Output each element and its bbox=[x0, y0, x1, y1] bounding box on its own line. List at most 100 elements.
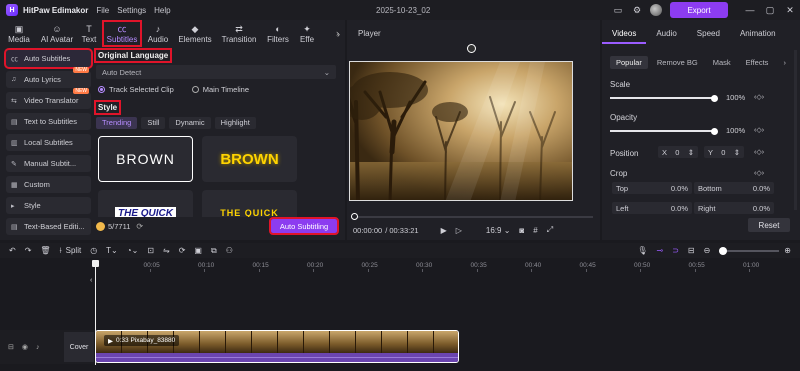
tab-audio[interactable]: ♪ Audio bbox=[142, 20, 174, 47]
subtab-effects[interactable]: Effects bbox=[740, 56, 775, 69]
text-tool-icon[interactable]: T⌄ bbox=[106, 246, 118, 255]
position-y-field[interactable]: Y 0 ⇕ bbox=[704, 146, 744, 158]
crop-top-field[interactable]: Top 0.0% bbox=[612, 182, 692, 194]
rotate-handle[interactable] bbox=[467, 44, 476, 53]
style-tab-still[interactable]: Still bbox=[141, 117, 166, 129]
freeze-icon[interactable]: ◷ bbox=[90, 246, 97, 255]
video-preview[interactable] bbox=[349, 61, 573, 201]
keyframe-controls-icon[interactable]: ‹◇› bbox=[754, 93, 764, 101]
redo-icon[interactable]: ↷ bbox=[25, 246, 32, 255]
tab-text[interactable]: T Text bbox=[76, 20, 102, 47]
zoom-in-icon[interactable]: ⊕ bbox=[784, 246, 791, 255]
scale-slider[interactable] bbox=[610, 94, 718, 102]
microphone-icon[interactable]: 🎙 bbox=[637, 246, 647, 255]
screen-icon[interactable]: ▭ bbox=[612, 4, 624, 16]
position-x-field[interactable]: X 0 ⇕ bbox=[658, 146, 698, 158]
tab-subtitles[interactable]: ㏄ Subtitles bbox=[102, 20, 142, 47]
tab-videos[interactable]: Videos bbox=[602, 26, 647, 44]
sidebar-item-local-subtitles[interactable]: ▥ Local Subtitles bbox=[6, 134, 91, 151]
radio-main-timeline[interactable] bbox=[191, 85, 199, 93]
reset-button[interactable]: Reset bbox=[748, 218, 790, 232]
style-tab-trending[interactable]: Trending bbox=[96, 117, 138, 129]
tab-filters[interactable]: ◐ Filters bbox=[262, 20, 294, 47]
snapshot-icon[interactable]: ◙ bbox=[519, 226, 524, 235]
undo-icon[interactable]: ↶ bbox=[9, 246, 16, 255]
subtab-remove-bg[interactable]: Remove BG bbox=[651, 56, 704, 69]
scrubber-handle[interactable] bbox=[351, 213, 358, 220]
rotate-icon[interactable]: ⟳ bbox=[179, 246, 186, 255]
chevron-right-icon[interactable]: › bbox=[777, 56, 792, 69]
tab-speed[interactable]: Speed bbox=[687, 26, 730, 44]
play-icon[interactable]: ▶ bbox=[441, 226, 447, 235]
magnet-icon[interactable]: ⊃ bbox=[672, 246, 679, 255]
style-card-the-quick-yellow[interactable]: THE QUICK bbox=[202, 190, 297, 217]
subtab-popular[interactable]: Popular bbox=[610, 56, 648, 69]
tab-effects[interactable]: ✦ Effe bbox=[294, 20, 320, 47]
track-mute-icon[interactable]: ♪ bbox=[36, 344, 40, 351]
adjust-icon[interactable]: ⚇ bbox=[226, 246, 233, 255]
crop-right-field[interactable]: Right 0.0% bbox=[694, 202, 774, 214]
avatar[interactable] bbox=[650, 4, 662, 16]
expand-icon[interactable]: ⤢ bbox=[547, 225, 553, 235]
track-visibility-icon[interactable]: ◉ bbox=[22, 343, 28, 351]
style-card-brown-outline[interactable]: BROWN bbox=[98, 136, 193, 182]
sidebar-item-auto-subtitles[interactable]: ㏄ Auto Subtitles bbox=[4, 48, 93, 69]
keyframe-controls-icon[interactable]: ‹◇› bbox=[754, 169, 764, 177]
style-tab-highlight[interactable]: Highlight bbox=[214, 117, 256, 129]
zoom-slider-handle[interactable] bbox=[719, 246, 728, 255]
sidebar-item-text-based-editing[interactable]: ▤ Text-Based Editi... bbox=[6, 218, 91, 235]
chevron-right-icon[interactable]: › bbox=[337, 29, 340, 39]
video-clip[interactable]: ▶ 0:33 Pixabay_83880 bbox=[95, 330, 459, 363]
crop-bottom-field[interactable]: Bottom 0.0% bbox=[694, 182, 774, 194]
opacity-slider-handle[interactable] bbox=[711, 127, 718, 135]
auto-subtitling-button[interactable]: Auto Subtitling bbox=[269, 217, 339, 235]
sidebar-item-manual-subtitles[interactable]: ✎ Manual Subtit... bbox=[6, 155, 91, 172]
zoom-slider[interactable] bbox=[719, 246, 780, 255]
zoom-out-icon[interactable]: ⊖ bbox=[704, 246, 711, 255]
tab-animation[interactable]: Animation bbox=[730, 26, 786, 44]
maximize-icon[interactable]: ▢ bbox=[760, 5, 780, 16]
tab-media[interactable]: ▣ Media bbox=[0, 20, 38, 47]
minimize-icon[interactable]: — bbox=[740, 5, 760, 15]
crop-icon[interactable]: ⊡ bbox=[147, 246, 154, 255]
split-icon[interactable]: ⟊ bbox=[60, 246, 62, 256]
sidebar-item-text-to-subtitles[interactable]: ▤ Text to Subtitles bbox=[6, 113, 91, 130]
delete-icon[interactable]: 🗑 bbox=[40, 246, 50, 255]
transform-icon[interactable]: ⧉ bbox=[211, 246, 217, 256]
tab-audio-props[interactable]: Audio bbox=[646, 26, 686, 44]
tab-elements[interactable]: ◆ Elements bbox=[174, 20, 216, 47]
time-ruler[interactable]: 00:05 00:10 00:15 00:20 00:25 00:30 00:35 00:40… bbox=[95, 260, 800, 272]
timeline[interactable]: 00:05 00:10 00:15 00:20 00:25 00:30 00:35 00:40… bbox=[0, 260, 800, 371]
properties-scrollbar[interactable] bbox=[794, 50, 797, 210]
sidebar-item-style[interactable]: ▸ Style bbox=[6, 197, 91, 214]
language-select[interactable]: Auto Detect ⌄ bbox=[96, 65, 336, 79]
opacity-slider[interactable] bbox=[610, 127, 718, 135]
radio-track-selected[interactable] bbox=[98, 85, 105, 93]
menu-settings[interactable]: Settings bbox=[117, 6, 146, 15]
scale-slider-handle[interactable] bbox=[711, 94, 718, 102]
mirror-icon[interactable]: ⇋ bbox=[163, 246, 170, 255]
subtab-mask[interactable]: Mask bbox=[707, 56, 737, 69]
link-icon[interactable]: ⊸ bbox=[656, 246, 663, 255]
menu-file[interactable]: File bbox=[96, 6, 109, 15]
style-card-brown-glow[interactable]: BROWN bbox=[202, 136, 297, 182]
cover-button[interactable]: Cover bbox=[64, 332, 94, 362]
keyframe-controls-icon[interactable]: ‹◇› bbox=[754, 148, 764, 156]
tab-transition[interactable]: ⇄ Transition bbox=[216, 20, 262, 47]
refresh-icon[interactable]: ⟳ bbox=[136, 222, 143, 231]
split-label[interactable]: Split bbox=[66, 246, 82, 255]
sidebar-item-custom[interactable]: ▦ Custom bbox=[6, 176, 91, 193]
track-lock-icon[interactable]: ⊟ bbox=[8, 343, 14, 351]
fullscreen-play-icon[interactable]: ▷ bbox=[456, 226, 462, 235]
sidebar-item-video-translator[interactable]: ⇆ Video Translator NEW bbox=[6, 88, 91, 109]
keyframe-controls-icon[interactable]: ‹◇› bbox=[754, 126, 764, 134]
aspect-ratio-select[interactable]: 16:9 ⌄ bbox=[486, 226, 511, 235]
fit-icon[interactable]: ⊟ bbox=[688, 246, 695, 255]
flip-icon[interactable]: ▣ bbox=[194, 246, 202, 255]
close-icon[interactable]: ✕ bbox=[780, 5, 800, 16]
crop-left-field[interactable]: Left 0.0% bbox=[612, 202, 692, 214]
export-button[interactable]: Export bbox=[670, 2, 728, 18]
style-card-the-quick-box[interactable]: THE QUICK bbox=[98, 190, 193, 217]
settings-icon[interactable]: ⚙ bbox=[631, 4, 643, 16]
style-tab-dynamic[interactable]: Dynamic bbox=[169, 117, 211, 129]
